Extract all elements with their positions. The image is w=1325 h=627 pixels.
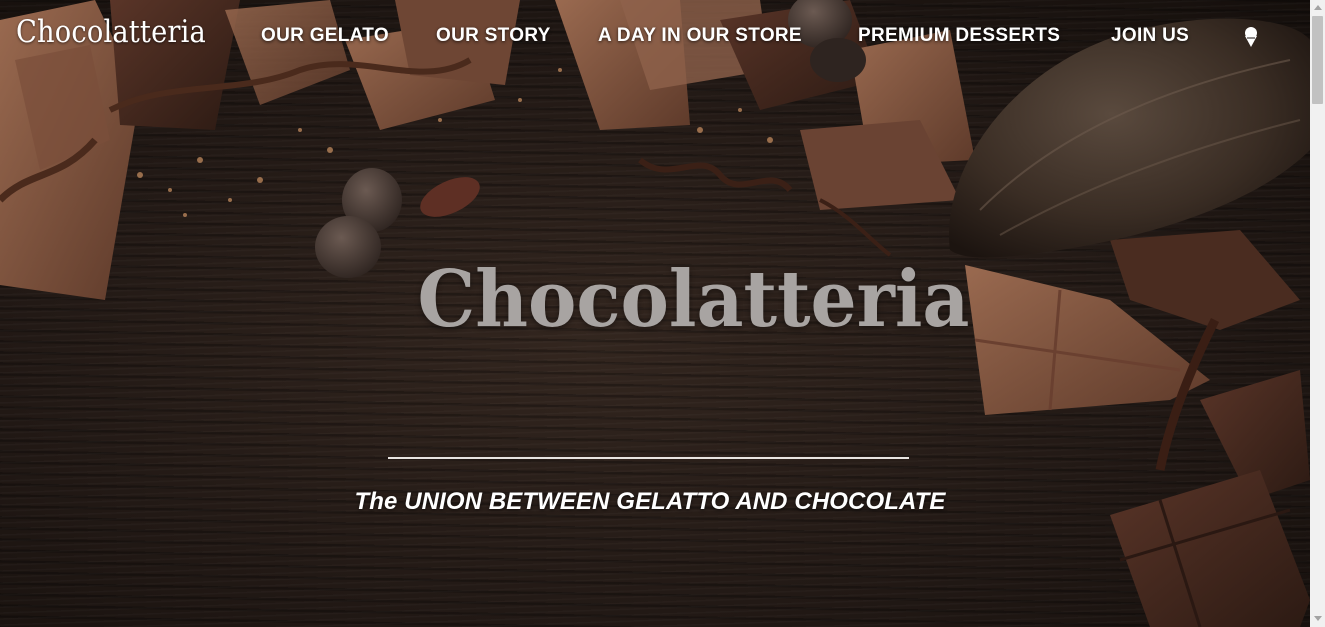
hero-title: Chocolatteria xyxy=(417,254,970,345)
scroll-down-arrow-icon[interactable] xyxy=(1314,616,1322,621)
nav-our-gelato[interactable]: OUR GELATO xyxy=(261,25,389,47)
nav-join-us[interactable]: JOIN US xyxy=(1111,25,1189,47)
hero-tagline: The UNION BETWEEN GELATTO AND CHOCOLATE xyxy=(354,488,946,515)
hero-section: Chocolatteria OUR GELATO OUR STORY A DAY… xyxy=(0,0,1310,627)
nav-premium-desserts[interactable]: PREMIUM DESSERTS xyxy=(858,25,1060,47)
brand-logo[interactable]: Chocolatteria xyxy=(16,14,206,50)
nav-our-story[interactable]: OUR STORY xyxy=(436,25,551,47)
scrollbar-thumb[interactable] xyxy=(1312,16,1323,104)
ice-cream-cone-icon[interactable] xyxy=(1241,26,1261,48)
hero-divider xyxy=(388,457,909,459)
scroll-up-arrow-icon[interactable] xyxy=(1314,5,1322,10)
nav-a-day-in-our-store[interactable]: A DAY IN OUR STORE xyxy=(598,25,802,47)
